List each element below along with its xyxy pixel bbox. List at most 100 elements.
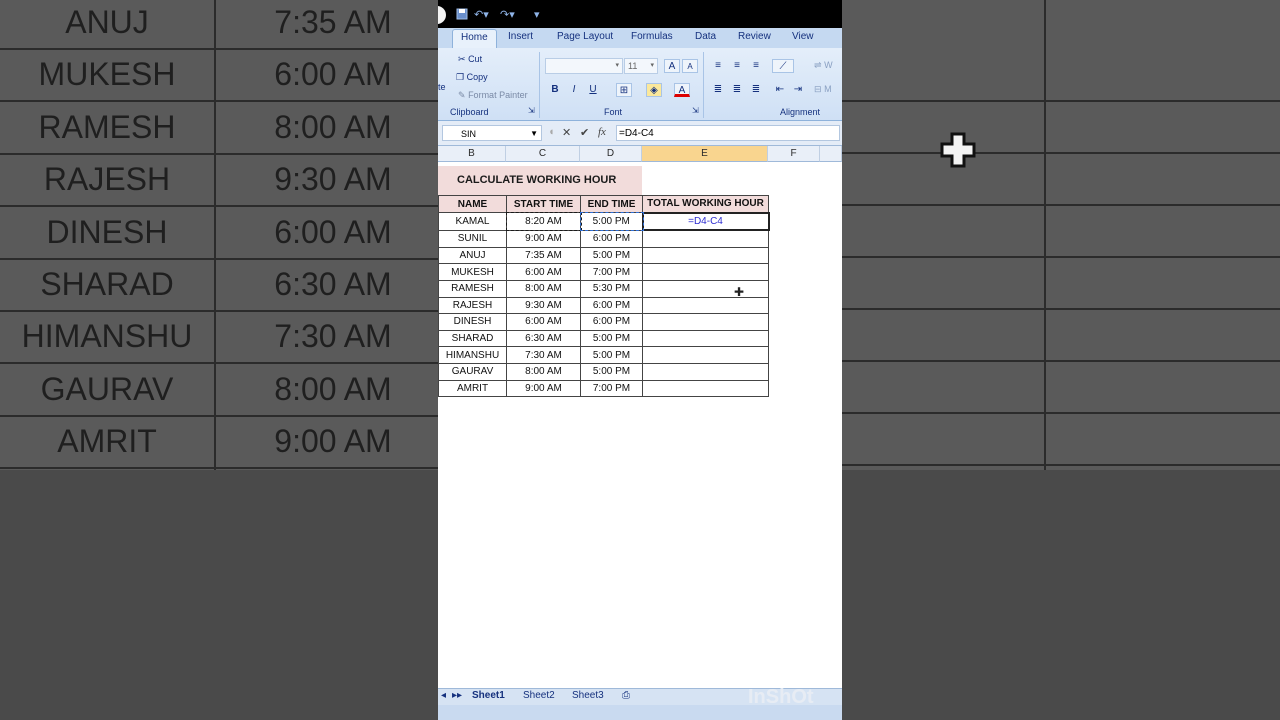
confirm-entry-icon[interactable]: ✔: [580, 126, 589, 139]
cell-name[interactable]: RAJESH: [438, 296, 507, 315]
cell-start-time[interactable]: 6:00 AM: [506, 263, 581, 281]
cell-start-time[interactable]: 9:00 AM: [506, 379, 581, 398]
cell-name[interactable]: AMRIT: [438, 379, 507, 398]
wrap-text-button[interactable]: ⇌ W: [814, 60, 833, 71]
cell-name[interactable]: GAURAV: [438, 362, 507, 381]
align-bottom-icon[interactable]: ≡: [748, 59, 764, 73]
font-name-dropdown[interactable]: ▾: [545, 58, 623, 74]
align-left-icon[interactable]: ≣: [710, 83, 726, 97]
header-name[interactable]: NAME: [438, 194, 507, 214]
cancel-entry-icon[interactable]: ✕: [562, 126, 571, 139]
save-icon[interactable]: [456, 8, 468, 22]
office-button-icon[interactable]: [438, 6, 446, 24]
cell-end-time[interactable]: 5:00 PM: [579, 211, 644, 232]
first-sheet-nav-icon[interactable]: ◂: [441, 690, 446, 701]
cell-start-time[interactable]: 9:00 AM: [506, 229, 581, 248]
cell-start-time[interactable]: 7:35 AM: [506, 246, 581, 265]
shrink-font-button[interactable]: A: [682, 59, 698, 73]
cell-total-working-hour[interactable]: [642, 346, 769, 364]
borders-icon[interactable]: ⊞: [616, 83, 632, 97]
undo-icon[interactable]: ↶▾: [474, 8, 489, 22]
cell-start-time[interactable]: 7:30 AM: [506, 346, 581, 364]
cell-start-time[interactable]: 6:30 AM: [506, 329, 581, 348]
cell-total-working-hour[interactable]: [642, 296, 769, 315]
name-box[interactable]: SIN ▼: [442, 125, 542, 141]
cell-start-time[interactable]: 8:00 AM: [506, 362, 581, 381]
cell-end-time[interactable]: 6:00 PM: [580, 229, 643, 248]
cell-end-time[interactable]: 5:00 PM: [580, 362, 643, 381]
copy-button[interactable]: ❐ Copy: [456, 72, 488, 83]
cell-name[interactable]: KAMAL: [438, 212, 507, 231]
cell-end-time[interactable]: 5:00 PM: [580, 346, 643, 364]
cell-total-working-hour[interactable]: [642, 246, 769, 265]
cell-total-working-hour[interactable]: [642, 379, 769, 398]
column-header-b[interactable]: B: [438, 146, 506, 162]
cell-start-time[interactable]: 9:30 AM: [506, 296, 581, 315]
column-header-c[interactable]: C: [506, 146, 580, 162]
clipboard-launcher-icon[interactable]: ⇲: [528, 106, 535, 115]
decrease-indent-icon[interactable]: ⇤: [772, 83, 788, 97]
cell-name[interactable]: ANUJ: [438, 246, 507, 265]
align-top-icon[interactable]: ≡: [710, 59, 726, 73]
paste-label-fragment[interactable]: te: [438, 82, 446, 92]
cell-end-time[interactable]: 5:00 PM: [580, 246, 643, 265]
column-header-g[interactable]: [820, 146, 842, 162]
header-start-time[interactable]: START TIME: [506, 194, 581, 214]
cell-end-time[interactable]: 6:00 PM: [580, 296, 643, 315]
insert-function-icon[interactable]: fx: [598, 126, 606, 138]
italic-button[interactable]: I: [566, 83, 582, 97]
cell-total-working-hour[interactable]: [642, 279, 769, 298]
cell-total-working-hour[interactable]: [642, 263, 769, 281]
cell-total-working-hour[interactable]: [642, 313, 769, 331]
sheet-tab-3[interactable]: Sheet3: [572, 690, 604, 701]
font-size-dropdown[interactable]: 11 ▾: [624, 58, 658, 74]
cell-name[interactable]: SHARAD: [438, 329, 507, 348]
font-launcher-icon[interactable]: ⇲: [692, 106, 699, 115]
cell-total-working-hour[interactable]: [642, 229, 769, 248]
chevron-down-icon[interactable]: ▼: [530, 126, 538, 142]
align-right-icon[interactable]: ≣: [748, 83, 764, 97]
cut-button[interactable]: ✂ Cut: [458, 54, 482, 65]
column-header-f[interactable]: F: [768, 146, 820, 162]
cell-end-time[interactable]: 5:30 PM: [580, 279, 643, 298]
formula-bar-menu-icon[interactable]: ◖: [548, 126, 555, 138]
redo-icon[interactable]: ↷▾: [500, 8, 515, 22]
grow-font-button[interactable]: A: [664, 59, 680, 73]
header-total-working-hour[interactable]: TOTAL WORKING HOUR: [642, 194, 769, 214]
bold-button[interactable]: B: [547, 83, 563, 97]
merge-center-button[interactable]: ⊟ M: [814, 84, 832, 95]
column-header-e[interactable]: E: [642, 146, 768, 162]
sheet-title[interactable]: CALCULATE WORKING HOUR: [438, 166, 642, 195]
cell-end-time[interactable]: 5:00 PM: [580, 329, 643, 348]
cell-name[interactable]: HIMANSHU: [438, 346, 507, 364]
cell-end-time[interactable]: 7:00 PM: [580, 379, 643, 398]
format-painter-button[interactable]: ✎ Format Painter: [458, 90, 528, 101]
cell-end-time[interactable]: 7:00 PM: [580, 263, 643, 281]
tab-home[interactable]: Home: [452, 29, 497, 48]
last-sheet-nav-icon[interactable]: ▸▸: [452, 690, 462, 701]
customize-qa-icon[interactable]: ▾: [534, 8, 540, 22]
header-end-time[interactable]: END TIME: [580, 194, 643, 214]
tab-page-layout[interactable]: Page Layout: [557, 31, 613, 42]
align-middle-icon[interactable]: ≡: [729, 59, 745, 73]
cell-total-working-hour[interactable]: [642, 362, 769, 381]
cell-start-time[interactable]: 8:20 AM: [505, 211, 582, 232]
worksheet-grid[interactable]: CALCULATE WORKING HOUR NAME START TIME E…: [438, 162, 842, 692]
sheet-tab-2[interactable]: Sheet2: [523, 690, 555, 701]
column-header-d[interactable]: D: [580, 146, 642, 162]
tab-view[interactable]: View: [792, 31, 814, 42]
increase-indent-icon[interactable]: ⇥: [790, 83, 806, 97]
cell-start-time[interactable]: 6:00 AM: [506, 313, 581, 331]
tab-insert[interactable]: Insert: [508, 31, 533, 42]
cell-end-time[interactable]: 6:00 PM: [580, 313, 643, 331]
underline-button[interactable]: U: [585, 83, 601, 97]
tab-data[interactable]: Data: [695, 31, 716, 42]
sheet-tab-1[interactable]: Sheet1: [472, 690, 505, 701]
cell-total-working-hour[interactable]: [642, 329, 769, 348]
cell-name[interactable]: RAMESH: [438, 279, 507, 298]
fill-color-icon[interactable]: ◈: [646, 83, 662, 97]
tab-review[interactable]: Review: [738, 31, 771, 42]
cell-name[interactable]: SUNIL: [438, 229, 507, 248]
insert-sheet-icon[interactable]: ⎙: [622, 690, 630, 701]
formula-input[interactable]: =D4-C4: [616, 125, 840, 141]
